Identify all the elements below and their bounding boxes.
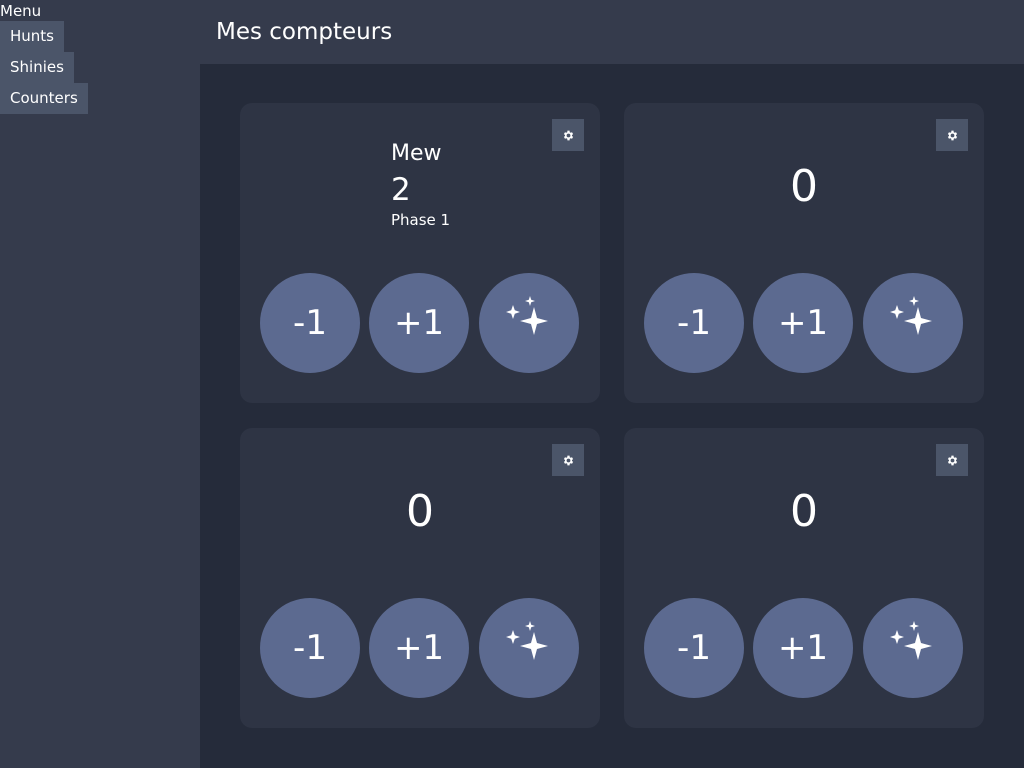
increment-button[interactable]: +1	[753, 273, 853, 373]
sparkles-icon	[890, 296, 932, 335]
sidebar-item-shinies[interactable]: Shinies	[0, 52, 74, 83]
counter-card: 0 -1 +1	[624, 103, 984, 403]
settings-button[interactable]	[936, 444, 968, 476]
gear-icon	[947, 130, 957, 140]
increment-button[interactable]: +1	[753, 598, 853, 698]
sidebar-item-hunts[interactable]: Hunts	[0, 21, 64, 52]
counter-value: 0	[790, 486, 818, 537]
shiny-found-button[interactable]	[479, 273, 579, 373]
sparkles-icon	[506, 296, 548, 335]
shiny-found-button[interactable]	[479, 598, 579, 698]
counter-value: 2	[391, 172, 411, 208]
counter-card: Mew 2 Phase 1 -1 +1	[240, 103, 600, 403]
counter-phase: Phase 1	[391, 211, 451, 229]
sparkles-icon	[890, 621, 932, 660]
counters-grid: Mew 2 Phase 1 -1 +1 0 -1 +1 0 -1 +1 0 -1…	[200, 64, 1024, 768]
settings-button[interactable]	[936, 119, 968, 151]
gear-icon	[563, 130, 573, 140]
sidebar: Menu Hunts Shinies Counters	[0, 0, 200, 768]
counter-name: Mew	[391, 141, 442, 166]
decrement-button[interactable]: -1	[260, 598, 360, 698]
counter-value: 0	[790, 161, 818, 212]
settings-button[interactable]	[552, 444, 584, 476]
sparkles-icon	[506, 621, 548, 660]
counter-card: 0 -1 +1	[240, 428, 600, 728]
increment-button[interactable]: +1	[369, 273, 469, 373]
settings-button[interactable]	[552, 119, 584, 151]
sidebar-item-counters[interactable]: Counters	[0, 83, 88, 114]
decrement-button[interactable]: -1	[644, 598, 744, 698]
shiny-found-button[interactable]	[863, 598, 963, 698]
menu-label: Menu	[0, 2, 42, 20]
counter-card: 0 -1 +1	[624, 428, 984, 728]
counter-value: 0	[406, 486, 434, 537]
shiny-found-button[interactable]	[863, 273, 963, 373]
decrement-button[interactable]: -1	[260, 273, 360, 373]
header: Mes compteurs	[200, 0, 1024, 64]
increment-button[interactable]: +1	[369, 598, 469, 698]
decrement-button[interactable]: -1	[644, 273, 744, 373]
page-title: Mes compteurs	[216, 19, 393, 45]
gear-icon	[563, 455, 573, 465]
gear-icon	[947, 455, 957, 465]
